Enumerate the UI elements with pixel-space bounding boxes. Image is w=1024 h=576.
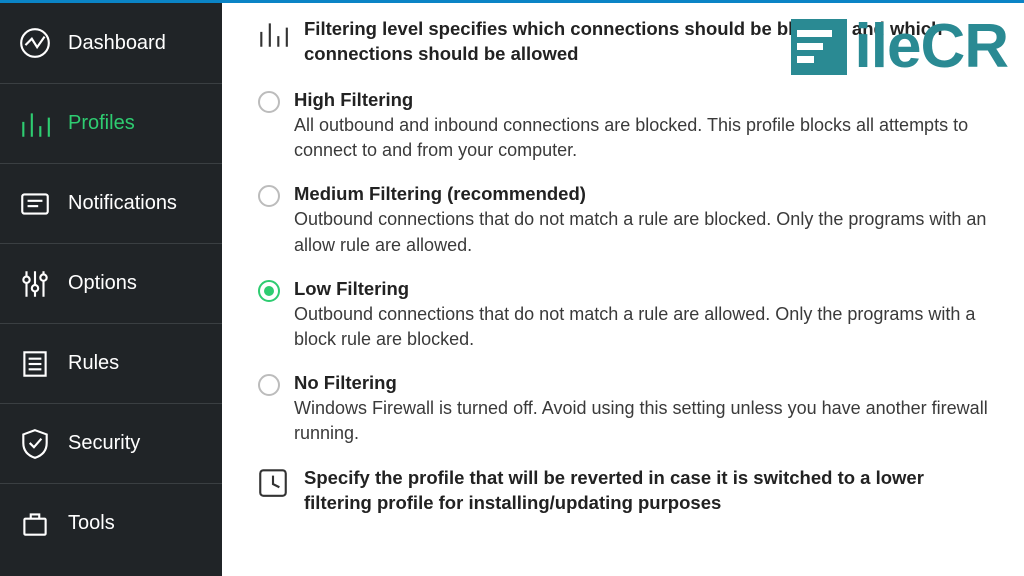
sidebar-item-options[interactable]: Options	[0, 243, 222, 323]
shield-icon	[18, 427, 52, 461]
sidebar-item-profiles[interactable]: Profiles	[0, 83, 222, 163]
notifications-icon	[18, 187, 52, 221]
sidebar-item-notifications[interactable]: Notifications	[0, 163, 222, 243]
dashboard-icon	[18, 26, 52, 60]
sidebar-item-label: Rules	[68, 352, 119, 375]
sidebar-item-label: Notifications	[68, 192, 177, 215]
filtering-level-header: Filtering level specifies which connecti…	[256, 17, 996, 67]
sidebar-item-dashboard[interactable]: Dashboard	[0, 3, 222, 83]
radio-high[interactable]	[258, 91, 280, 113]
option-low-filtering[interactable]: Low Filtering Outbound connections that …	[258, 278, 996, 352]
sidebar-item-security[interactable]: Security	[0, 403, 222, 483]
option-title: High Filtering	[294, 89, 996, 111]
radio-none[interactable]	[258, 374, 280, 396]
revert-icon	[256, 466, 290, 500]
filtering-level-title: Filtering level specifies which connecti…	[304, 17, 996, 67]
option-desc: Windows Firewall is turned off. Avoid us…	[294, 396, 996, 446]
sidebar-item-label: Profiles	[68, 112, 135, 135]
sidebar-item-tools[interactable]: Tools	[0, 483, 222, 563]
option-desc: Outbound connections that do not match a…	[294, 302, 996, 352]
rules-icon	[18, 347, 52, 381]
filtering-options: High Filtering All outbound and inbound …	[258, 89, 996, 447]
option-title: Medium Filtering (recommended)	[294, 183, 996, 205]
main-panel: ileCR Filtering level specifies which co…	[222, 3, 1024, 576]
sidebar: Dashboard Profiles Notifications Options…	[0, 3, 222, 576]
option-no-filtering[interactable]: No Filtering Windows Firewall is turned …	[258, 372, 996, 446]
revert-profile-header: Specify the profile that will be reverte…	[256, 466, 996, 516]
tools-icon	[18, 507, 52, 541]
option-high-filtering[interactable]: High Filtering All outbound and inbound …	[258, 89, 996, 163]
option-title: No Filtering	[294, 372, 996, 394]
bars-icon	[256, 17, 290, 51]
options-icon	[18, 267, 52, 301]
revert-profile-title: Specify the profile that will be reverte…	[304, 466, 996, 516]
sidebar-item-rules[interactable]: Rules	[0, 323, 222, 403]
radio-medium[interactable]	[258, 185, 280, 207]
option-desc: All outbound and inbound connections are…	[294, 113, 996, 163]
option-medium-filtering[interactable]: Medium Filtering (recommended) Outbound …	[258, 183, 996, 257]
radio-low[interactable]	[258, 280, 280, 302]
sidebar-item-label: Dashboard	[68, 32, 166, 55]
option-title: Low Filtering	[294, 278, 996, 300]
sidebar-item-label: Tools	[68, 512, 115, 535]
option-desc: Outbound connections that do not match a…	[294, 207, 996, 257]
sidebar-item-label: Options	[68, 272, 137, 295]
sidebar-item-label: Security	[68, 432, 140, 455]
profiles-icon	[18, 107, 52, 141]
